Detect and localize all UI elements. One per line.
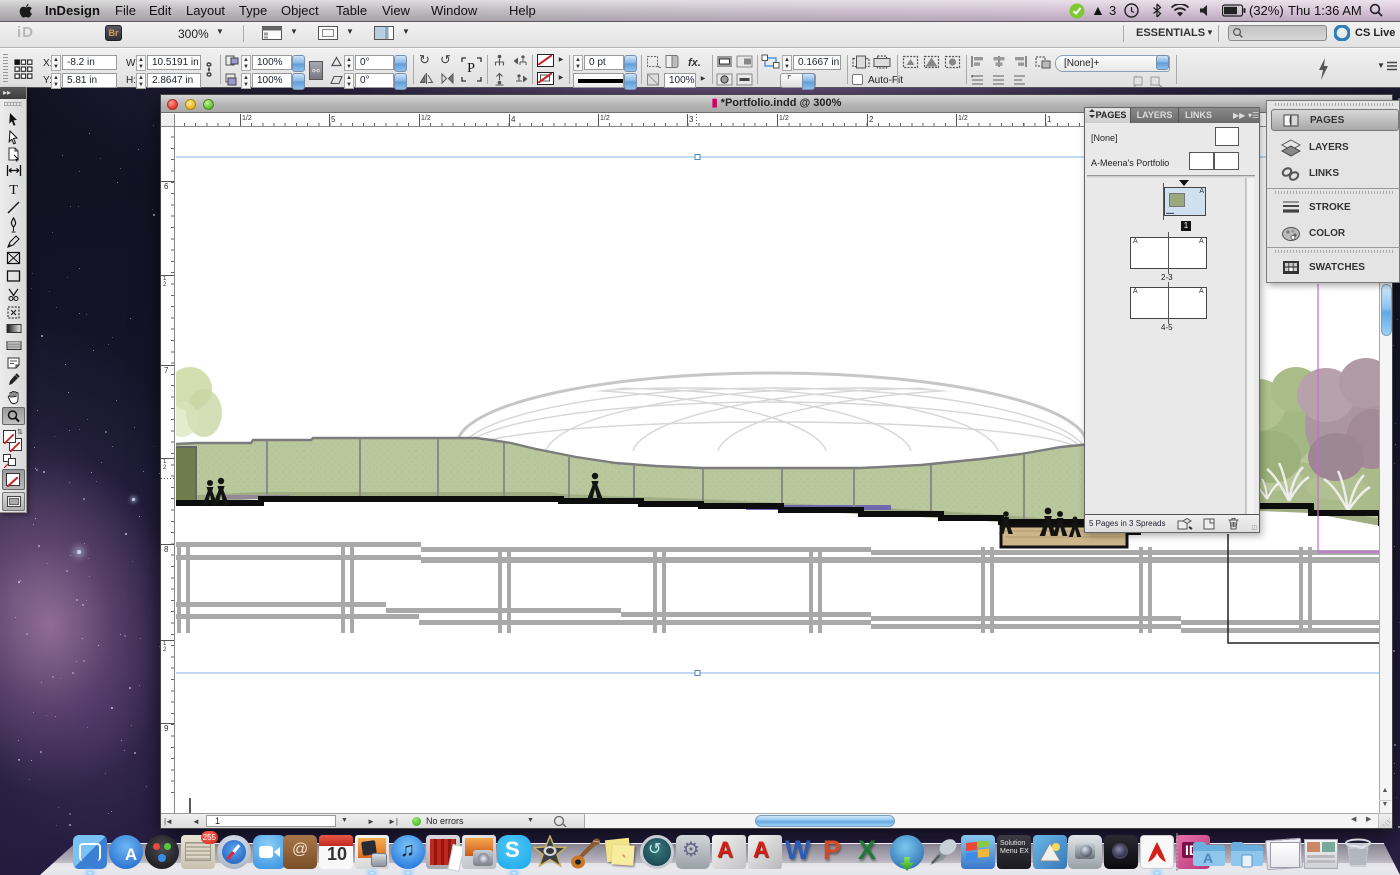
svg-text:A: A: [1203, 850, 1213, 866]
